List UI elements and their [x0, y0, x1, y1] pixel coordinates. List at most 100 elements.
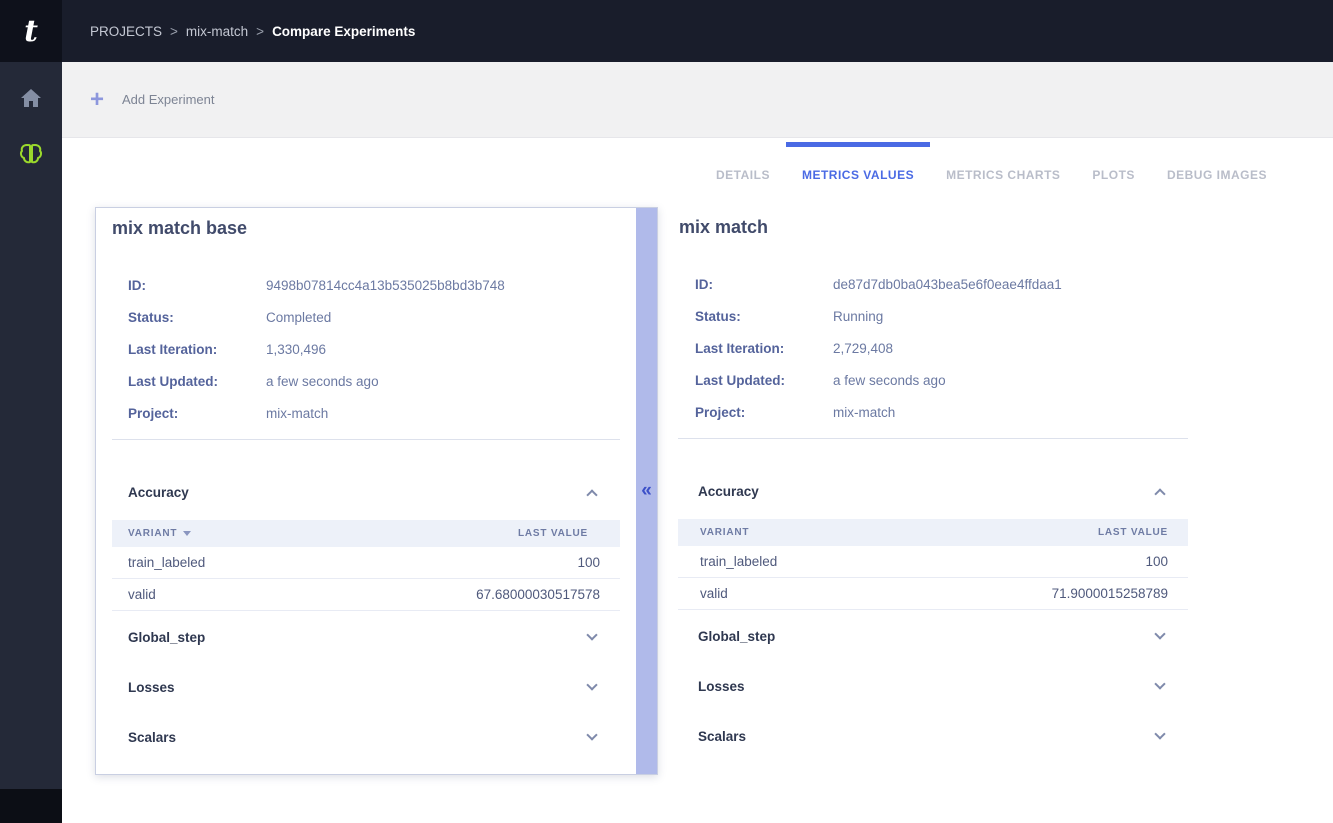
table-row: train_labeled 100 — [112, 547, 620, 579]
breadcrumb-separator: > — [256, 24, 264, 39]
table-header-row: VARIANT LAST VALUE — [112, 520, 620, 547]
field-value: mix-match — [266, 406, 328, 421]
page: t PROJECTS > mix-match > Compare Experim… — [0, 0, 1333, 823]
section-title: Scalars — [128, 730, 176, 745]
field-value: a few seconds ago — [833, 373, 946, 388]
table-header-row: VARIANT LAST VALUE — [678, 519, 1188, 546]
sort-desc-icon — [183, 531, 191, 536]
last-value-cell: 100 — [299, 547, 620, 579]
plus-icon: + — [90, 88, 104, 112]
section-title: Accuracy — [698, 484, 759, 499]
last-value-cell: 100 — [875, 546, 1188, 578]
home-icon — [20, 88, 42, 113]
column-header-last-value[interactable]: LAST VALUE — [875, 519, 1188, 546]
sidebar-item-home[interactable] — [0, 72, 62, 128]
experiment-title: mix match base — [96, 208, 636, 239]
section-title: Global_step — [128, 630, 205, 645]
section-header-scalars[interactable]: Scalars — [678, 724, 1172, 748]
field-row-project: Project: mix-match — [128, 397, 636, 429]
field-label: Last Updated: — [695, 373, 833, 388]
breadcrumb-separator: > — [170, 24, 178, 39]
experiment-title: mix match — [678, 207, 1188, 238]
variant-cell: train_labeled — [112, 547, 299, 579]
add-experiment-label: Add Experiment — [122, 92, 215, 107]
add-experiment-button[interactable]: + Add Experiment — [62, 88, 215, 112]
metric-section-global-step: Global_step — [96, 625, 636, 649]
field-label: Last Iteration: — [128, 342, 266, 357]
field-row-status: Status: Completed — [128, 301, 636, 333]
chevron-down-icon — [1154, 728, 1165, 739]
experiment-card-mix-match-base: mix match base ID: 9498b07814cc4a13b5350… — [95, 207, 658, 775]
field-label: Status: — [128, 310, 266, 325]
field-value: a few seconds ago — [266, 374, 379, 389]
field-label: Project: — [128, 406, 266, 421]
metric-section-accuracy: Accuracy VARIANT LAST VALUE — [96, 480, 636, 611]
section-header-losses[interactable]: Losses — [678, 674, 1172, 698]
section-title: Scalars — [698, 729, 746, 744]
tab-metrics-charts[interactable]: METRICS CHARTS — [930, 140, 1076, 196]
field-value: Running — [833, 309, 883, 324]
breadcrumb: PROJECTS > mix-match > Compare Experimen… — [90, 0, 415, 62]
section-title: Losses — [128, 680, 175, 695]
experiment-fields: ID: de87d7db0ba043bea5e6f0eae4ffdaa1 Sta… — [678, 268, 1188, 428]
field-row-project: Project: mix-match — [695, 396, 1188, 428]
metric-section-accuracy: Accuracy VARIANT LAST VALUE — [678, 479, 1188, 610]
chevron-down-icon — [586, 729, 597, 740]
table-row: valid 71.9000015258789 — [678, 578, 1188, 610]
section-header-global-step[interactable]: Global_step — [112, 625, 620, 649]
section-header-scalars[interactable]: Scalars — [112, 725, 620, 749]
collapse-card-button[interactable]: « — [636, 480, 657, 502]
field-value: 1,330,496 — [266, 342, 326, 357]
field-value: mix-match — [833, 405, 895, 420]
column-header-last-value[interactable]: LAST VALUE — [299, 520, 620, 547]
field-row-last-iteration: Last Iteration: 1,330,496 — [128, 333, 636, 365]
experiment-card-mix-match: mix match ID: de87d7db0ba043bea5e6f0eae4… — [678, 207, 1188, 775]
tab-plots[interactable]: PLOTS — [1076, 140, 1151, 196]
section-title: Losses — [698, 679, 745, 694]
section-header-losses[interactable]: Losses — [112, 675, 620, 699]
column-header-variant[interactable]: VARIANT — [112, 520, 299, 547]
field-row-last-updated: Last Updated: a few seconds ago — [695, 364, 1188, 396]
metrics-table: VARIANT LAST VALUE train_labeled 100 — [112, 520, 620, 611]
field-value: 9498b07814cc4a13b535025b8bd3b748 — [266, 278, 505, 293]
chevron-down-icon — [1154, 678, 1165, 689]
chevron-down-icon — [586, 629, 597, 640]
breadcrumb-project-name[interactable]: mix-match — [186, 24, 248, 39]
table-row: valid 67.68000030517578 — [112, 579, 620, 611]
field-value: Completed — [266, 310, 331, 325]
table-row: train_labeled 100 — [678, 546, 1188, 578]
experiment-fields: ID: 9498b07814cc4a13b535025b8bd3b748 Sta… — [96, 269, 636, 429]
tab-details[interactable]: DETAILS — [700, 140, 786, 196]
section-header-accuracy[interactable]: Accuracy — [112, 480, 620, 504]
section-title: Global_step — [698, 629, 775, 644]
field-row-status: Status: Running — [695, 300, 1188, 332]
field-label: Project: — [695, 405, 833, 420]
field-label: Status: — [695, 309, 833, 324]
section-header-global-step[interactable]: Global_step — [678, 624, 1172, 648]
metrics-table: VARIANT LAST VALUE train_labeled 100 — [678, 519, 1188, 610]
field-value: de87d7db0ba043bea5e6f0eae4ffdaa1 — [833, 277, 1062, 292]
breadcrumb-projects[interactable]: PROJECTS — [90, 24, 162, 39]
field-label: ID: — [128, 278, 266, 293]
tab-metrics-values[interactable]: METRICS VALUES — [786, 140, 930, 196]
sidebar-item-projects[interactable] — [0, 128, 62, 184]
chevron-down-icon — [1154, 628, 1165, 639]
column-header-variant[interactable]: VARIANT — [678, 519, 875, 546]
divider — [678, 438, 1188, 439]
chevron-up-icon — [1154, 488, 1165, 499]
metric-section-global-step: Global_step — [678, 624, 1188, 648]
variant-cell: valid — [112, 579, 299, 611]
metric-sections: Accuracy VARIANT LAST VALUE — [678, 479, 1188, 748]
logo-letter: t — [24, 14, 38, 49]
app-logo[interactable]: t — [0, 0, 62, 62]
breadcrumb-current-page: Compare Experiments — [272, 24, 415, 39]
variant-cell: valid — [678, 578, 875, 610]
last-value-cell: 67.68000030517578 — [299, 579, 620, 611]
sidebar — [0, 62, 62, 823]
tab-debug-images[interactable]: DEBUG IMAGES — [1151, 140, 1283, 196]
chevron-up-icon — [586, 489, 597, 500]
section-header-accuracy[interactable]: Accuracy — [678, 479, 1172, 503]
sidebar-footer — [0, 789, 62, 823]
metric-sections: Accuracy VARIANT LAST VALUE — [96, 480, 636, 749]
tab-bar: DETAILS METRICS VALUES METRICS CHARTS PL… — [700, 140, 1283, 196]
